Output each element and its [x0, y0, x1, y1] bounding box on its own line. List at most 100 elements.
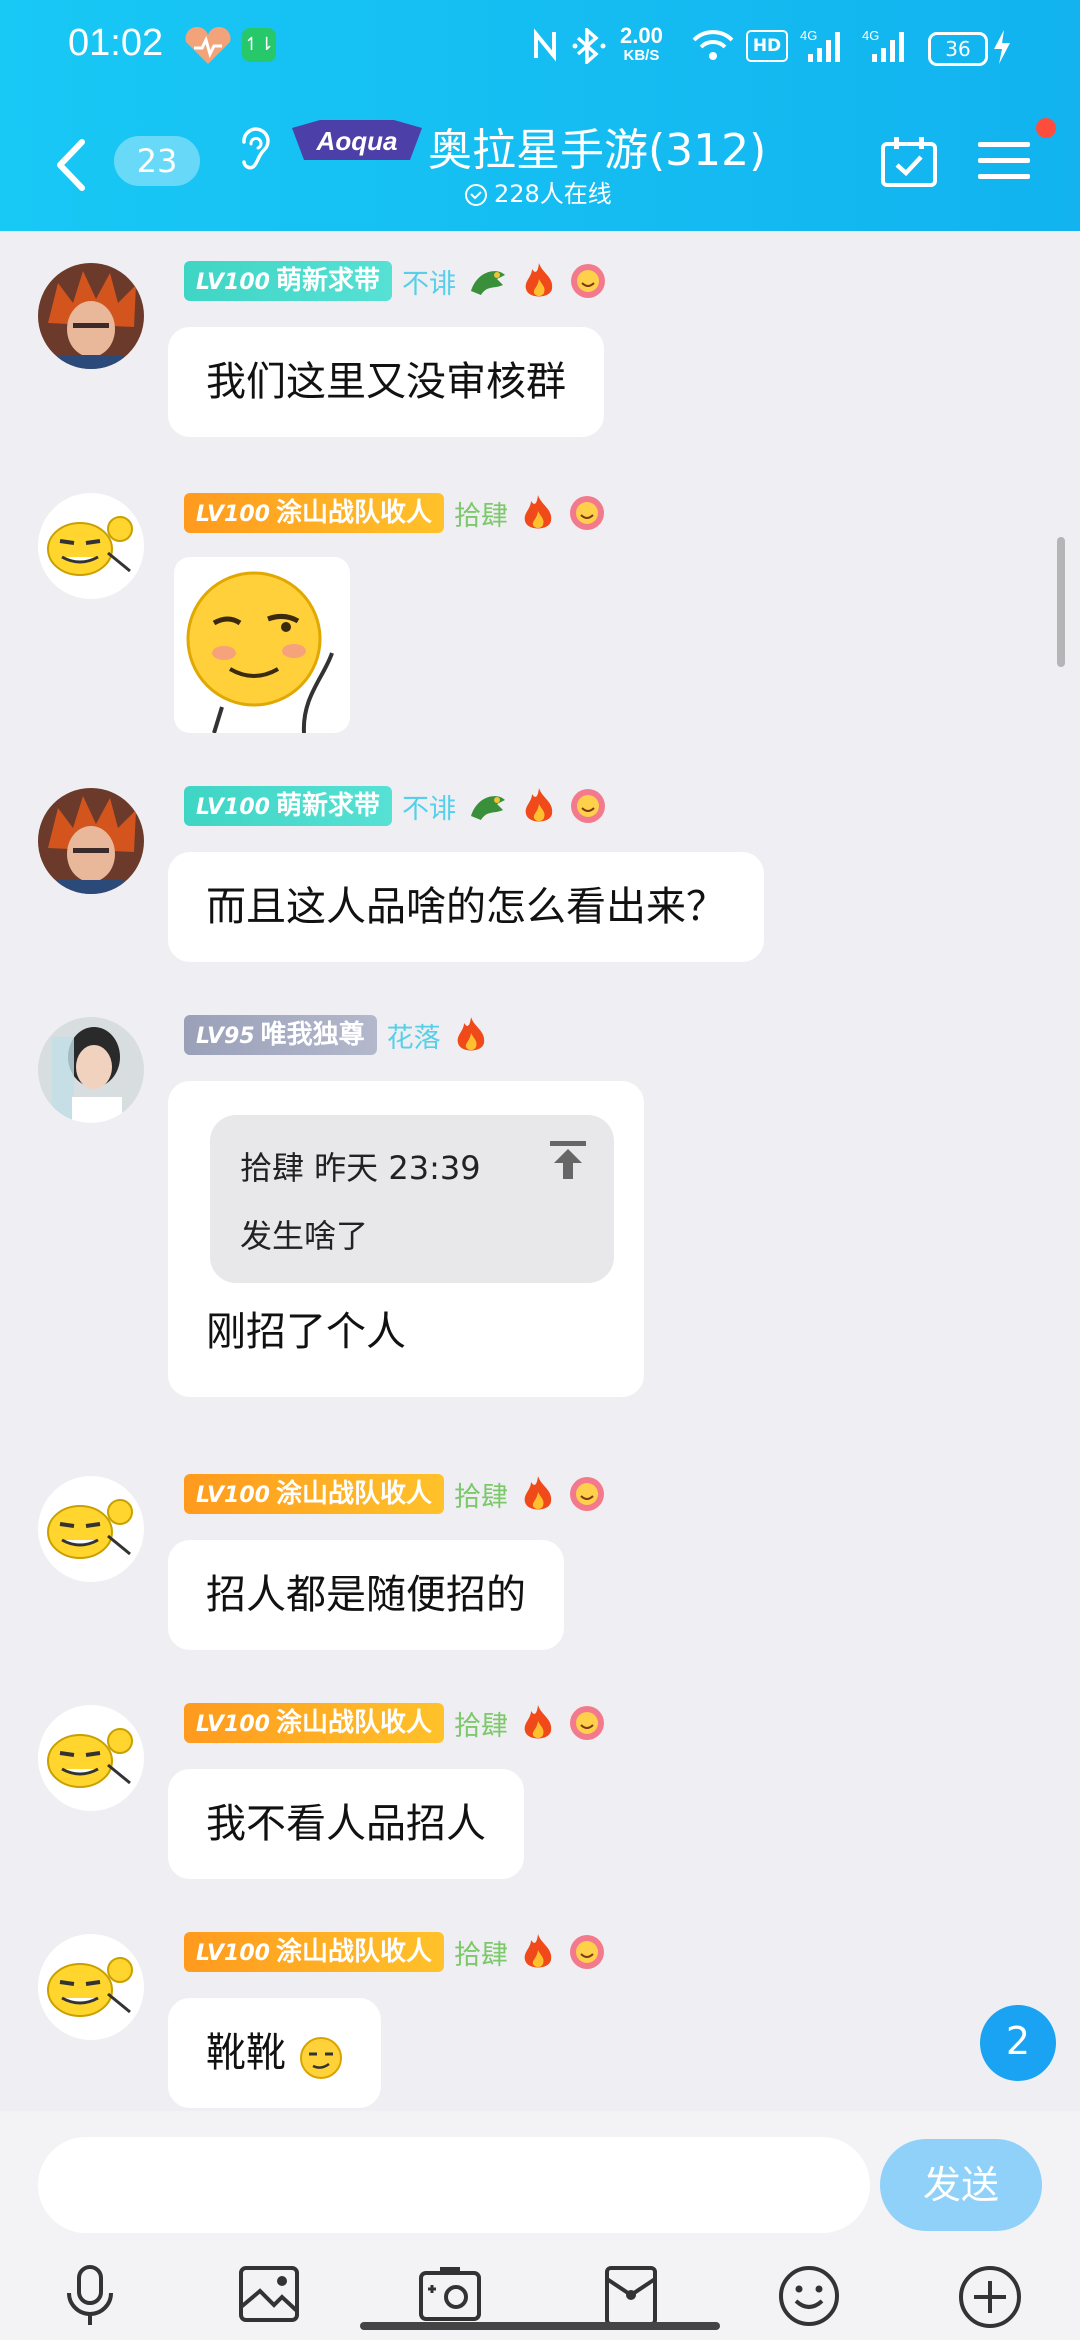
sticker-message[interactable]	[174, 557, 350, 734]
flame-badge-icon	[524, 495, 552, 529]
network-speed: 2.00 KB/S	[620, 23, 663, 66]
home-indicator[interactable]	[360, 2322, 720, 2330]
chat-list[interactable]: LV100萌新求带不诽 我们这里又没审核群 LV100涂山战队收人拾肆	[0, 231, 1080, 2111]
dragon-badge-icon	[471, 796, 506, 820]
flame-badge-icon	[525, 263, 553, 297]
chat-nav-bar: 23 Aoqua 奥拉星手游(312) 228人在线	[0, 96, 1080, 231]
title-text: 萌新求带	[275, 791, 380, 821]
menu-notification-dot	[1036, 118, 1056, 138]
new-message-count-badge[interactable]: 2	[980, 2005, 1056, 2081]
message-bubble[interactable]: 我不看人品招人	[168, 1769, 524, 1879]
flame-badge-icon	[524, 1476, 552, 1510]
back-arrow-icon[interactable]	[54, 138, 90, 192]
level-text: LV100	[196, 270, 270, 295]
sender-name[interactable]: 不诽	[402, 787, 456, 826]
sender-meta: LV100 涂山战队收人 拾肆	[184, 1474, 606, 1516]
title-text: 唯我独尊	[260, 1020, 365, 1050]
hd-icon: HD	[746, 30, 788, 62]
flower-badge-icon	[570, 1477, 605, 1511]
flame-badge-icon	[457, 1017, 484, 1051]
chat-scrollbar[interactable]	[1057, 537, 1065, 667]
sender-meta: LV100 涂山战队收人 拾肆	[184, 1932, 606, 1974]
sender-meta: LV95 唯我独尊 花落	[184, 1015, 490, 1057]
avatar[interactable]	[38, 263, 144, 369]
level-text: LV95	[196, 1024, 255, 1049]
quote-text: 发生啥了	[240, 1217, 369, 1255]
member-title-badge: LV100 涂山战队收人	[184, 1932, 444, 1972]
sender-name[interactable]: 拾肆	[454, 1704, 508, 1743]
online-count[interactable]: 228人在线	[464, 174, 612, 209]
status-bar: 01:02 ↿⇂ 2.00 KB/S HD 4G 4G 36	[0, 0, 1080, 96]
sender-name[interactable]: 拾肆	[454, 1933, 508, 1972]
online-check-icon	[465, 184, 487, 206]
wifi-icon	[692, 30, 734, 60]
avatar[interactable]	[38, 493, 144, 599]
flower-badge-icon	[571, 789, 606, 823]
title-text: 萌新求带	[275, 266, 380, 296]
sender-name[interactable]: 不诽	[402, 262, 456, 301]
camera-icon[interactable]	[418, 2265, 482, 2323]
avatar[interactable]	[38, 1017, 144, 1123]
avatar[interactable]	[38, 788, 144, 894]
earpiece-mode-icon[interactable]	[236, 124, 270, 172]
unread-count-badge[interactable]: 23	[114, 136, 200, 186]
calendar-checkin-icon[interactable]	[880, 136, 938, 188]
image-icon[interactable]	[238, 2265, 300, 2323]
level-text: LV100	[196, 1483, 270, 1508]
composer-area: 发送	[0, 2111, 1080, 2340]
message-bubble[interactable]: 靴靴	[168, 1998, 381, 2108]
plus-icon[interactable]	[958, 2265, 1022, 2329]
sender-name[interactable]: 花落	[387, 1016, 441, 1055]
sender-meta: LV100 涂山战队收人 拾肆	[184, 493, 606, 535]
message-bubble[interactable]: 我们这里又没审核群	[168, 327, 604, 437]
title-text: 涂山战队收人	[275, 1479, 432, 1509]
flower-badge-icon	[570, 1935, 605, 1969]
speed-value: 2.00	[620, 23, 663, 48]
app-notification-icon: ↿⇂	[242, 28, 276, 62]
dragon-badge-icon	[471, 271, 506, 295]
level-text: LV100	[196, 502, 270, 527]
heart-app-icon	[185, 26, 231, 64]
charging-icon	[994, 30, 1010, 64]
jump-to-top-icon[interactable]	[550, 1141, 586, 1181]
send-button[interactable]: 发送	[880, 2139, 1042, 2231]
red-packet-icon[interactable]	[604, 2265, 658, 2327]
message-text: 靴靴	[206, 2030, 286, 2076]
group-logo: Aoqua	[292, 120, 422, 160]
mic-icon[interactable]	[64, 2265, 116, 2327]
member-title-badge: LV100 涂山战队收人	[184, 493, 444, 533]
avatar[interactable]	[38, 1476, 144, 1582]
emoji-icon[interactable]	[778, 2265, 840, 2327]
quote-header: 拾肆 昨天 23:39	[240, 1149, 481, 1187]
sender-meta: LV100 萌新求带 不诽	[184, 786, 607, 828]
message-input[interactable]	[38, 2137, 870, 2233]
flower-badge-icon	[570, 1706, 605, 1740]
reply-message-bubble[interactable]: 拾肆 昨天 23:39 发生啥了 刚招了个人	[168, 1081, 644, 1397]
menu-icon[interactable]	[978, 140, 1030, 182]
sender-name[interactable]: 拾肆	[454, 494, 508, 533]
group-title[interactable]: 奥拉星手游(312)	[428, 114, 766, 178]
signal-4g-icon: 4G	[800, 28, 840, 62]
logo-text: Aoqua	[316, 126, 398, 156]
quoted-message[interactable]: 拾肆 昨天 23:39 发生啥了	[210, 1115, 614, 1283]
reply-text: 刚招了个人	[206, 1309, 406, 1355]
online-text: 228人在线	[494, 180, 612, 208]
member-title-badge: LV100 萌新求带	[184, 786, 392, 826]
member-title-badge: LV100 萌新求带	[184, 261, 392, 301]
smirk-emoji-icon	[299, 2037, 342, 2079]
avatar[interactable]	[38, 1934, 144, 2040]
member-title-badge: LV100 涂山战队收人	[184, 1474, 444, 1514]
flower-badge-icon	[570, 496, 605, 530]
flame-badge-icon	[524, 1934, 552, 1968]
sender-name[interactable]: 拾肆	[454, 1475, 508, 1514]
level-text: LV100	[196, 1712, 270, 1737]
message-bubble[interactable]: 而且这人品啥的怎么看出来？	[168, 852, 764, 962]
level-text: LV100	[196, 795, 270, 820]
battery-indicator: 36	[928, 32, 988, 66]
message-bubble[interactable]: 招人都是随便招的	[168, 1540, 564, 1650]
speed-unit: KB/S	[623, 47, 660, 64]
title-text: 涂山战队收人	[275, 498, 432, 528]
avatar[interactable]	[38, 1705, 144, 1811]
header: 01:02 ↿⇂ 2.00 KB/S HD 4G 4G 36 23 Aoqua …	[0, 0, 1080, 231]
sticker-image	[186, 571, 334, 734]
